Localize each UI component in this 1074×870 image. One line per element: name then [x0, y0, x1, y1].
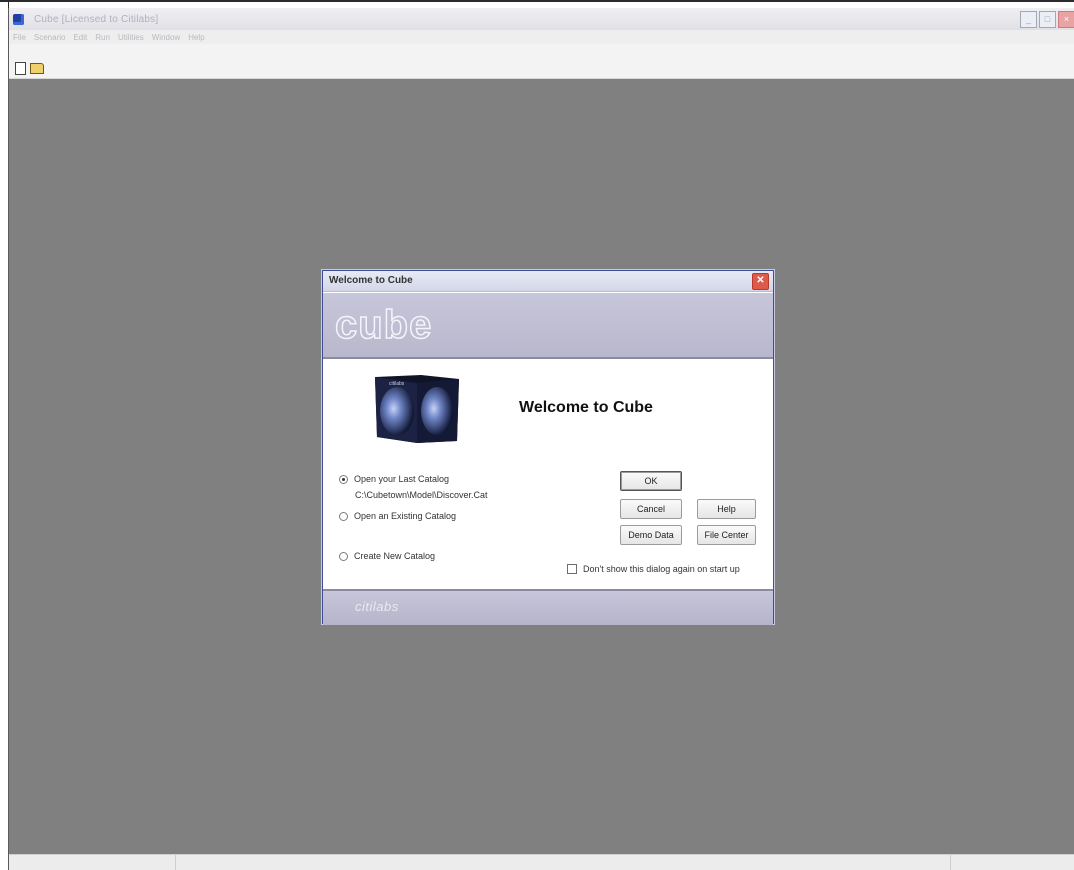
app-title: Cube [Licensed to Citilabs]: [34, 13, 159, 25]
close-icon[interactable]: ×: [1058, 11, 1074, 28]
option-open-last-catalog[interactable]: Open your Last Catalog: [339, 474, 449, 484]
menu-help[interactable]: Help: [188, 33, 204, 42]
minimize-icon[interactable]: _: [1020, 11, 1037, 28]
toolbar: [9, 44, 1074, 79]
maximize-icon[interactable]: □: [1039, 11, 1056, 28]
file-center-button[interactable]: File Center: [697, 525, 756, 545]
window-controls: _ □ ×: [1020, 11, 1074, 28]
menu-run[interactable]: Run: [95, 33, 110, 42]
cancel-button[interactable]: Cancel: [620, 499, 682, 519]
status-pane-1: [9, 855, 176, 870]
app-titlebar[interactable]: Cube [Licensed to Citilabs] _ □ ×: [9, 8, 1074, 30]
menu-file[interactable]: File: [13, 33, 26, 42]
demo-data-button[interactable]: Demo Data: [620, 525, 682, 545]
option-label-open-existing: Open an Existing Catalog: [354, 511, 457, 521]
status-pane-3: [951, 855, 1074, 870]
dialog-title: Welcome to Cube: [329, 275, 413, 286]
menu-edit[interactable]: Edit: [73, 33, 87, 42]
dialog-banner: cube: [323, 293, 773, 359]
menu-utilities[interactable]: Utilities: [118, 33, 144, 42]
dont-show-again-checkbox[interactable]: [567, 564, 577, 574]
cube-product-image: citilabs: [375, 375, 459, 443]
last-catalog-path: C:\Cubetown\Model\Discover.Cat: [355, 490, 488, 500]
citilabs-logo: citilabs: [355, 599, 399, 614]
welcome-heading: Welcome to Cube: [519, 399, 653, 416]
new-document-icon[interactable]: [15, 62, 26, 75]
window-top-border: [0, 0, 1074, 2]
radio-open-last-catalog[interactable]: [339, 474, 348, 484]
menu-scenario[interactable]: Scenario: [34, 33, 66, 42]
close-icon[interactable]: ✕: [752, 273, 769, 290]
option-open-existing-catalog[interactable]: Open an Existing Catalog: [339, 511, 456, 521]
option-label-create-new: Create New Catalog: [354, 551, 436, 561]
status-pane-2: [176, 855, 951, 870]
ok-button[interactable]: OK: [620, 471, 682, 491]
radio-create-new-catalog[interactable]: [339, 551, 348, 561]
help-button[interactable]: Help: [697, 499, 756, 519]
open-folder-icon[interactable]: [30, 63, 44, 74]
cube-app-icon: [13, 13, 24, 25]
radio-open-existing-catalog[interactable]: [339, 511, 348, 521]
cube-image-label: citilabs: [389, 381, 405, 387]
dialog-footer: citilabs: [323, 589, 773, 625]
welcome-dialog: Welcome to Cube ✕ cube citilabs Welcome …: [322, 270, 774, 625]
menubar: File Scenario Edit Run Utilities Window …: [9, 30, 1074, 44]
dont-show-again-option[interactable]: Don't show this dialog again on start up: [567, 564, 740, 574]
cube-logo: cube: [334, 302, 433, 348]
status-bar: [9, 854, 1074, 870]
menu-window[interactable]: Window: [152, 33, 180, 42]
option-create-new-catalog[interactable]: Create New Catalog: [339, 551, 435, 561]
option-label-open-last: Open your Last Catalog: [354, 474, 450, 484]
dont-show-again-label: Don't show this dialog again on start up: [583, 564, 740, 574]
dialog-titlebar[interactable]: Welcome to Cube ✕: [323, 271, 773, 292]
